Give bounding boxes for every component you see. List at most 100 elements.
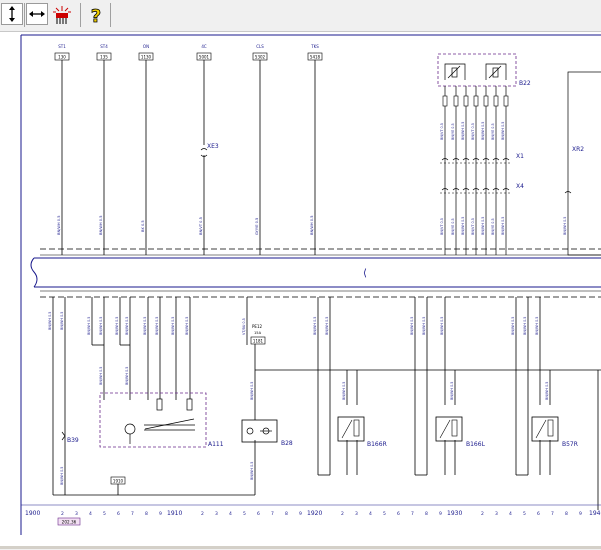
toolbar: ? [0, 0, 601, 32]
diagram-canvas[interactable]: ST1 130 ST4 135 ON 1130 4C 5001 CLS 5302… [0, 32, 601, 546]
svg-text:BN/WH 0.5: BN/WH 0.5 [501, 217, 505, 235]
svg-text:6: 6 [117, 511, 120, 517]
svg-text:4: 4 [509, 511, 512, 517]
svg-text:BN/WH 0.5: BN/WH 0.5 [501, 122, 505, 140]
svg-text:BN/WH 0.5: BN/WH 0.5 [450, 382, 454, 400]
svg-text:5: 5 [103, 511, 106, 517]
svg-text:BN/WH 0.5: BN/WH 0.5 [422, 317, 426, 335]
fit-height-icon [9, 6, 15, 22]
top-signal-on: ON 1130 [138, 44, 154, 61]
ground-reference[interactable]: 202.36 [62, 520, 77, 525]
svg-text:BN/WH 0.5: BN/WH 0.5 [99, 367, 103, 385]
svg-text:B166L: B166L [466, 441, 486, 448]
svg-text:BN/WH 0.5: BN/WH 0.5 [99, 317, 103, 335]
svg-text:BN/WH 0.5: BN/WH 0.5 [125, 367, 129, 385]
svg-text:7: 7 [271, 511, 274, 517]
svg-text:BN/WH 0.5: BN/WH 0.5 [313, 317, 317, 335]
top-signal-cls: CLS 5302 [252, 44, 268, 61]
svg-text:BN/WH 0.5: BN/WH 0.5 [511, 317, 515, 335]
x1-label: X1 [516, 153, 524, 160]
svg-text:9: 9 [439, 511, 442, 517]
svg-text:BN/WH 0.5: BN/WH 0.5 [523, 317, 527, 335]
svg-text:ON: ON [143, 44, 149, 49]
svg-text:6: 6 [537, 511, 540, 517]
svg-text:BN/WH 0.5: BN/WH 0.5 [461, 122, 465, 140]
svg-text:?: ? [91, 6, 101, 26]
svg-text:3: 3 [495, 511, 498, 517]
svg-text:BN/VT 0.5: BN/VT 0.5 [471, 123, 475, 140]
view-component-button[interactable] [50, 3, 72, 25]
svg-text:6: 6 [397, 511, 400, 517]
svg-text:5418: 5418 [310, 55, 321, 60]
svg-text:BN/WH 0.5: BN/WH 0.5 [143, 317, 147, 335]
svg-text:BN/WH 0.5: BN/WH 0.5 [115, 317, 119, 335]
svg-text:8: 8 [565, 511, 568, 517]
svg-text:15A: 15A [254, 331, 262, 335]
svg-text:8: 8 [285, 511, 288, 517]
svg-text:BN/WH 0.5: BN/WH 0.5 [48, 312, 52, 330]
b39-component: B39 [61, 431, 79, 444]
top-signal-tks: TKS 5418 [307, 44, 323, 61]
b166r-component: B166R [337, 416, 387, 448]
svg-text:PE12: PE12 [252, 324, 262, 329]
svg-text:BN/YE 0.5: BN/YE 0.5 [491, 123, 495, 140]
xe3-label: XE3 [207, 143, 219, 150]
fit-height-button[interactable] [1, 3, 23, 25]
svg-text:5: 5 [523, 511, 526, 517]
svg-text:8: 8 [145, 511, 148, 517]
svg-text:BN/WH 0.5: BN/WH 0.5 [481, 217, 485, 235]
top-signal-st4: ST4 135 [96, 44, 112, 61]
svg-text:B28: B28 [281, 440, 293, 447]
svg-text:4: 4 [369, 511, 372, 517]
svg-text:BN/YE 0.5: BN/YE 0.5 [451, 123, 455, 140]
svg-text:9: 9 [299, 511, 302, 517]
svg-text:9: 9 [579, 511, 582, 517]
svg-text:BN/WH 0.5: BN/WH 0.5 [545, 382, 549, 400]
svg-text:ST1: ST1 [58, 44, 66, 49]
svg-text:9: 9 [159, 511, 162, 517]
svg-text:BN/WH 0.5: BN/WH 0.5 [250, 462, 254, 480]
svg-text:1940: 1940 [589, 510, 601, 517]
svg-text:2: 2 [341, 511, 344, 517]
svg-text:B166R: B166R [367, 441, 387, 448]
svg-text:BN/WH 0.5: BN/WH 0.5 [440, 317, 444, 335]
bottom-box-label: 1910 [113, 479, 124, 484]
svg-text:7: 7 [551, 511, 554, 517]
svg-text:VT/BU 0.5: VT/BU 0.5 [242, 318, 246, 335]
top-signal-st1: ST1 130 [54, 44, 70, 61]
svg-text:2: 2 [61, 511, 64, 517]
svg-text:6: 6 [257, 511, 260, 517]
svg-text:1900: 1900 [25, 510, 40, 517]
svg-text:BN/WH 0.5: BN/WH 0.5 [57, 216, 61, 235]
svg-text:3: 3 [75, 511, 78, 517]
svg-text:BN/WH 0.5: BN/WH 0.5 [60, 312, 64, 330]
svg-text:BN/WH 0.5: BN/WH 0.5 [563, 217, 567, 235]
svg-text:B57R: B57R [562, 441, 578, 448]
svg-text:BN/WH 0.5: BN/WH 0.5 [410, 317, 414, 335]
help-button[interactable]: ? [84, 3, 106, 26]
svg-text:135: 135 [100, 55, 108, 60]
fit-width-button[interactable] [26, 3, 48, 25]
svg-text:BN/VT 0.5: BN/VT 0.5 [471, 218, 475, 235]
fit-width-icon [29, 11, 45, 17]
svg-text:BN/WH 0.5: BN/WH 0.5 [155, 317, 159, 335]
svg-text:7: 7 [411, 511, 414, 517]
svg-text:5302: 5302 [255, 55, 266, 60]
svg-text:TKS: TKS [310, 44, 319, 49]
svg-text:BN/VT 0.5: BN/VT 0.5 [440, 218, 444, 235]
b166l-component: B166L [435, 416, 486, 448]
b57r-component: B57R [531, 416, 578, 448]
help-icon: ? [90, 6, 101, 26]
xr2-label: XR2 [572, 146, 584, 153]
svg-text:1920: 1920 [307, 510, 322, 517]
svg-text:BN/WH 0.5: BN/WH 0.5 [87, 317, 91, 335]
svg-text:BN/WH 0.5: BN/WH 0.5 [325, 317, 329, 335]
svg-text:1181: 1181 [253, 339, 264, 344]
x4-label: X4 [516, 183, 524, 190]
pe12-group: PE12 15A 1181 [250, 324, 266, 345]
svg-text:BN/WH 0.5: BN/WH 0.5 [342, 382, 346, 400]
svg-text:1130: 1130 [141, 55, 152, 60]
svg-text:BN/WH 0.5: BN/WH 0.5 [185, 317, 189, 335]
svg-text:BN/VT 0.5: BN/VT 0.5 [440, 123, 444, 140]
svg-text:BN/WH 0.5: BN/WH 0.5 [250, 382, 254, 400]
